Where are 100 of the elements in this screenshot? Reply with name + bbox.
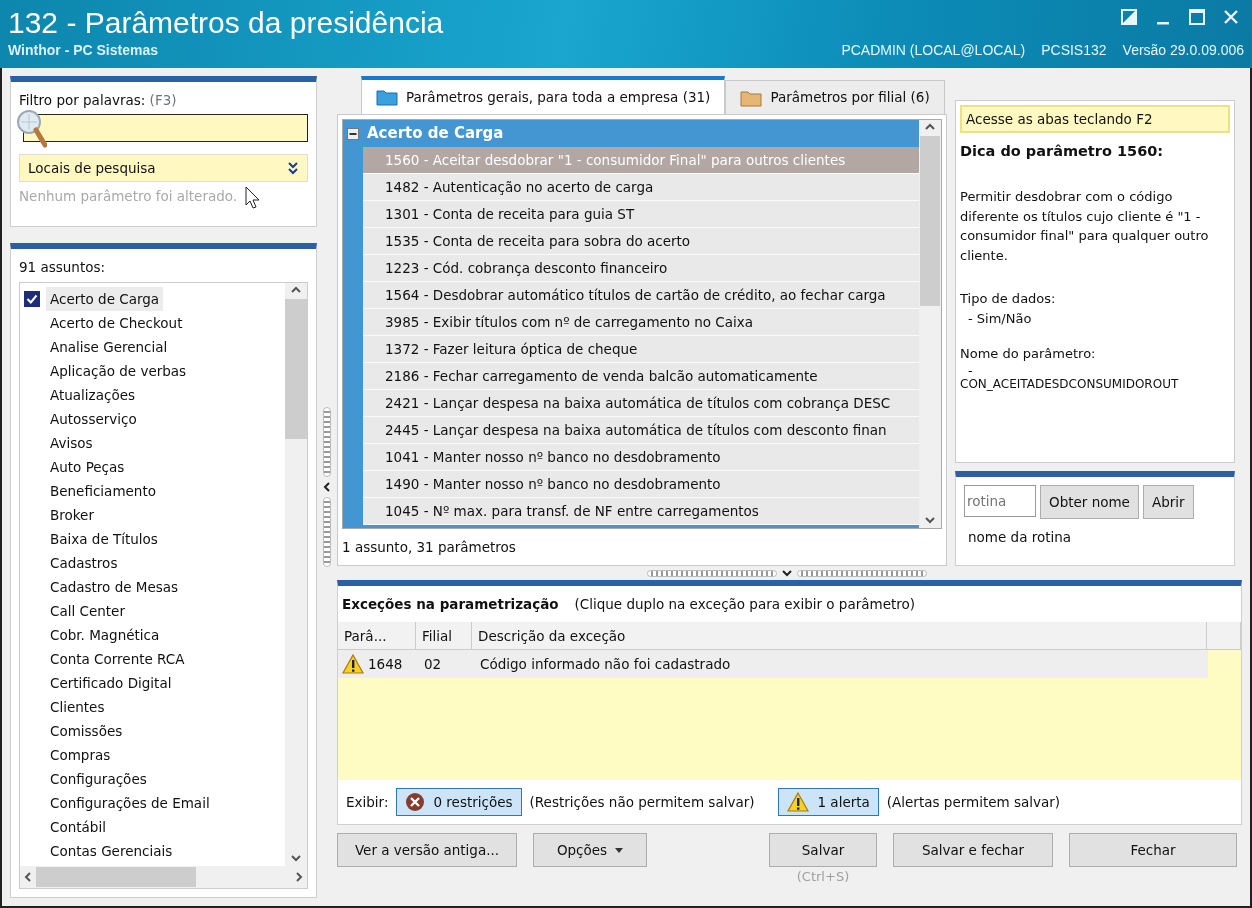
- save-button[interactable]: Salvar: [769, 833, 877, 867]
- company-name: Winthor - PC Sistemas: [8, 41, 158, 60]
- column-header[interactable]: Descrição da exceção: [472, 622, 1207, 650]
- parameter-row[interactable]: 1223 - Cód. cobrança desconto financeiro: [363, 255, 919, 282]
- parameter-row[interactable]: 2186 - Fechar carregamento de venda balcão automaticamente: [363, 363, 919, 390]
- maximize-icon[interactable]: [1188, 8, 1206, 26]
- shortcut-label: (F3): [149, 92, 177, 108]
- warning-icon: [342, 654, 364, 675]
- subject-item[interactable]: Contas Gerenciais: [46, 838, 177, 863]
- parameter-row[interactable]: 3985 - Exibir títulos com nº de carregamento no Caixa: [363, 309, 919, 336]
- collapse-icon[interactable]: [347, 127, 359, 140]
- filter-toggle[interactable]: 0 restrições: [396, 788, 522, 816]
- checkbox[interactable]: [24, 290, 40, 307]
- double-chevron-icon: [287, 161, 300, 176]
- routine-name: nome da rotina: [967, 528, 1073, 547]
- tip-value: CON_ACEITADESDCONSUMIDOROUT: [960, 377, 1180, 391]
- parameter-row[interactable]: 2421 - Lançar despesa na baixa automática de títulos com cobrança DESC: [363, 390, 919, 417]
- collapse-left-icon[interactable]: [323, 481, 332, 493]
- subject-item[interactable]: Clientes: [46, 694, 109, 719]
- search-locations-dropdown[interactable]: Locais de pesquisa: [19, 154, 309, 183]
- table-cell-text: Código informado não foi cadastrado: [480, 655, 731, 675]
- subject-item[interactable]: Call Center: [46, 598, 129, 623]
- subject-item[interactable]: Contábil: [46, 814, 110, 839]
- old-version-button[interactable]: Ver a versão antiga...: [337, 833, 517, 867]
- save-close-button[interactable]: Salvar e fechar: [893, 833, 1053, 867]
- subject-item[interactable]: Auto Peças: [46, 454, 129, 479]
- subject-item[interactable]: Compras: [46, 742, 115, 767]
- close-button[interactable]: Fechar: [1069, 833, 1237, 867]
- folder-icon: [740, 88, 763, 107]
- scroll-thumb[interactable]: [285, 298, 308, 439]
- subjects-count: 91 assuntos:: [19, 258, 107, 278]
- get-name-button[interactable]: Obter nome: [1040, 485, 1139, 519]
- subject-item[interactable]: Cadastros: [46, 550, 122, 575]
- parameter-row[interactable]: 1041 - Manter nosso nº banco no desdobramento: [363, 444, 919, 471]
- warning-icon: [787, 792, 810, 812]
- tip-value: - Sim/Não: [967, 309, 1033, 328]
- parameter-row[interactable]: 1301 - Conta de receita para guia ST: [363, 201, 919, 228]
- subject-item[interactable]: Configurações de Email: [46, 790, 214, 815]
- error-icon: [405, 792, 426, 812]
- tip-label: Nome do parâmetro:: [960, 345, 1097, 363]
- collapse-down-icon[interactable]: [781, 569, 793, 577]
- scroll-thumb[interactable]: [920, 136, 940, 306]
- restore-icon[interactable]: [1120, 8, 1138, 26]
- filter-toggle[interactable]: 1 alerta: [778, 788, 879, 816]
- parameter-row[interactable]: 2445 - Lançar despesa na baixa automática de títulos com desconto finan: [363, 417, 919, 444]
- user-label: PCADMIN (LOCAL@LOCAL): [841, 41, 1026, 60]
- parameter-row[interactable]: 1564 - Desdobrar automático títulos de cartão de crédito, ao fechar carga: [363, 282, 919, 309]
- subject-item[interactable]: Aplicação de verbas: [46, 358, 191, 383]
- tip-description: Permitir desdobrar com o código diferente os títulos cujo cliente é "1 - consumidor final" para qualquer outro cliente.: [960, 188, 1210, 265]
- toggle-note: (Restrições não permitem salvar): [529, 792, 755, 812]
- hint-box: Acesse as abas teclando F2: [960, 105, 1230, 134]
- status-text: Nenhum parâmetro foi alterado.: [19, 187, 238, 207]
- subject-item[interactable]: Acerto de Checkout: [46, 310, 187, 335]
- tip-title: Dica do parâmetro 1560:: [960, 142, 1165, 162]
- parameter-row[interactable]: 1372 - Fazer leitura óptica de cheque: [363, 336, 919, 363]
- cursor-icon: [245, 186, 262, 211]
- subject-item[interactable]: Analise Gerencial: [46, 334, 172, 359]
- subject-item[interactable]: Baixa de Títulos: [46, 526, 162, 551]
- subject-item[interactable]: Conta Corrente RCA: [46, 646, 189, 671]
- subject-item[interactable]: Certificado Digital: [46, 670, 176, 695]
- subject-item[interactable]: Atualizações: [46, 382, 139, 407]
- subject-item[interactable]: Configurações: [46, 766, 151, 791]
- splitter-grip[interactable]: [323, 407, 332, 477]
- subject-item[interactable]: Acerto de Carga: [46, 286, 164, 311]
- version-label: Versão 29.0.09.006: [1122, 41, 1244, 60]
- open-button[interactable]: Abrir: [1142, 485, 1194, 519]
- close-icon[interactable]: [1222, 8, 1240, 26]
- horizontal-scrollbar[interactable]: [20, 866, 308, 888]
- parameter-row[interactable]: 1490 - Manter nosso nº banco no desdobramento: [363, 471, 919, 498]
- subject-item[interactable]: Cobr. Magnética: [46, 622, 164, 647]
- subject-item[interactable]: Beneficiamento: [46, 478, 160, 503]
- scroll-thumb[interactable]: [36, 867, 196, 887]
- splitter-grip[interactable]: [323, 497, 332, 567]
- tab[interactable]: Parâmetros por filial (6): [725, 80, 945, 114]
- window-title: 132 - Parâmetros da presidência: [8, 6, 444, 40]
- exceptions-hint: (Clique duplo na exceção para exibir o parâmetro): [574, 595, 916, 614]
- scrollbar[interactable]: [919, 120, 941, 528]
- parameter-row[interactable]: 1535 - Conta de receita para sobra do acerto: [363, 228, 919, 255]
- splitter-grip[interactable]: [647, 569, 777, 577]
- subject-item[interactable]: Avisos: [46, 430, 97, 455]
- show-label: Exibir:: [346, 792, 389, 812]
- subject-item[interactable]: Broker: [46, 502, 98, 527]
- folder-icon: [376, 88, 398, 106]
- splitter-grip[interactable]: [797, 569, 927, 577]
- search-field[interactable]: [23, 114, 309, 143]
- parameter-row[interactable]: 1045 - Nº max. para transf. de NF entre carregamentos: [363, 498, 919, 525]
- parameter-row[interactable]: 1482 - Autenticação no acerto de carga: [363, 174, 919, 201]
- column-header[interactable]: Parâ...: [338, 622, 416, 650]
- subject-item[interactable]: Autosserviço: [46, 406, 141, 431]
- subject-item[interactable]: Comissões: [46, 718, 127, 743]
- shortcut-label: (Ctrl+S): [796, 868, 850, 886]
- options-button[interactable]: Opções: [533, 833, 647, 867]
- tab[interactable]: Parâmetros gerais, para toda a empresa (31): [361, 76, 726, 114]
- filter-label: Filtro por palavras:: [19, 92, 146, 108]
- scrollbar[interactable]: [285, 282, 308, 866]
- routine-field[interactable]: rotina: [964, 485, 1036, 517]
- table-cell-text: 1648: [368, 655, 403, 675]
- subject-item[interactable]: Cadastro de Mesas: [46, 574, 183, 599]
- tip-label: Tipo de dados:: [960, 290, 1057, 308]
- column-header[interactable]: Filial: [416, 622, 472, 650]
